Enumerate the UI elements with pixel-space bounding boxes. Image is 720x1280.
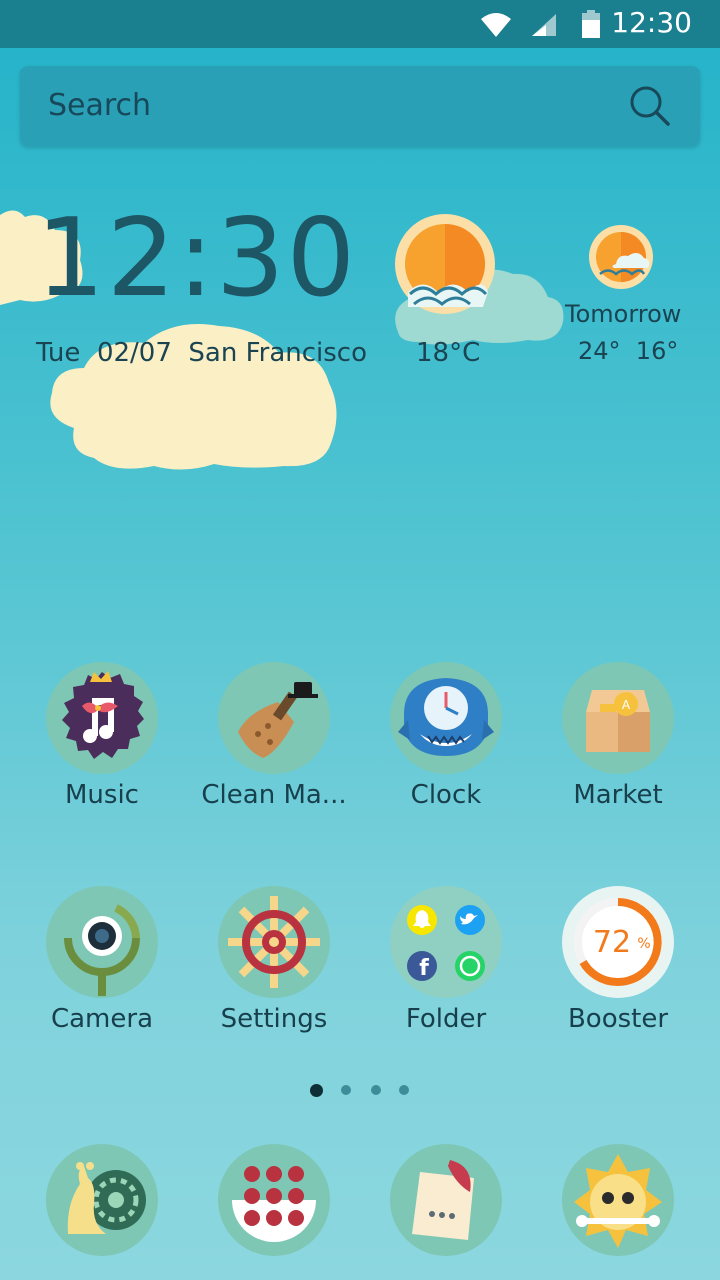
dock-browser[interactable] <box>532 1144 704 1256</box>
booster-icon[interactable]: 72 % <box>562 886 674 998</box>
app-label: Settings <box>220 1004 328 1034</box>
browser-icon[interactable] <box>562 1144 674 1256</box>
search-icon[interactable] <box>628 84 672 128</box>
current-temperature[interactable]: 18°C <box>416 338 480 368</box>
wifi-icon <box>481 13 511 37</box>
app-clock[interactable]: Clock <box>360 662 532 810</box>
app-camera[interactable]: Camera <box>16 886 188 1034</box>
status-time: 12:30 <box>611 6 692 39</box>
app-label: Music <box>65 780 139 810</box>
app-label: Camera <box>50 1004 154 1034</box>
search-placeholder: Search <box>48 88 152 123</box>
clock-icon[interactable] <box>390 662 502 774</box>
status-bar: 12:30 <box>0 0 720 48</box>
app-label: Market <box>573 780 663 810</box>
svg-text:A: A <box>622 698 631 712</box>
dock-apps[interactable] <box>188 1144 360 1256</box>
app-clean-master[interactable]: Clean Ma... <box>188 662 360 810</box>
booster-percent: 72 <box>593 925 631 960</box>
page-dot[interactable] <box>371 1085 381 1095</box>
app-folder[interactable]: f Folder <box>360 886 532 1034</box>
broom-icon[interactable] <box>218 662 330 774</box>
signal-icon <box>532 14 556 36</box>
app-settings[interactable]: Settings <box>188 886 360 1034</box>
app-label: Clock <box>410 780 482 810</box>
dock-phone[interactable] <box>16 1144 188 1256</box>
app-music[interactable]: Music <box>16 662 188 810</box>
page-dot-active[interactable] <box>310 1084 323 1097</box>
weather-tomorrow-icon[interactable] <box>588 224 654 290</box>
clock-widget-time[interactable]: 12:30 <box>36 196 357 321</box>
music-icon[interactable] <box>46 662 158 774</box>
clock-widget-date-location[interactable]: Tue 02/07 San Francisco <box>36 338 367 368</box>
app-market[interactable]: A Market <box>532 662 704 810</box>
app-label: Clean Ma... <box>201 780 347 810</box>
tomorrow-temperatures[interactable]: 24° 16° <box>578 337 678 365</box>
phone-icon[interactable] <box>46 1144 158 1256</box>
folder-icon[interactable]: f <box>390 886 502 998</box>
battery-icon <box>582 10 600 38</box>
dock-messages[interactable] <box>360 1144 532 1256</box>
page-dot[interactable] <box>399 1085 409 1095</box>
search-bar[interactable]: Search <box>20 66 700 146</box>
camera-icon[interactable] <box>46 886 158 998</box>
page-dot[interactable] <box>341 1085 351 1095</box>
app-booster[interactable]: 72 % Booster <box>532 886 704 1034</box>
app-label: Booster <box>567 1004 669 1034</box>
apps-drawer-icon[interactable] <box>218 1144 330 1256</box>
booster-percent-sign: % <box>637 936 650 952</box>
weather-sun-waves-icon[interactable] <box>388 212 568 352</box>
market-icon[interactable]: A <box>562 662 674 774</box>
svg-text:f: f <box>419 956 429 981</box>
app-label: Folder <box>405 1004 487 1034</box>
messages-icon[interactable] <box>390 1144 502 1256</box>
tomorrow-label[interactable]: Tomorrow <box>565 300 681 328</box>
settings-icon[interactable] <box>218 886 330 998</box>
